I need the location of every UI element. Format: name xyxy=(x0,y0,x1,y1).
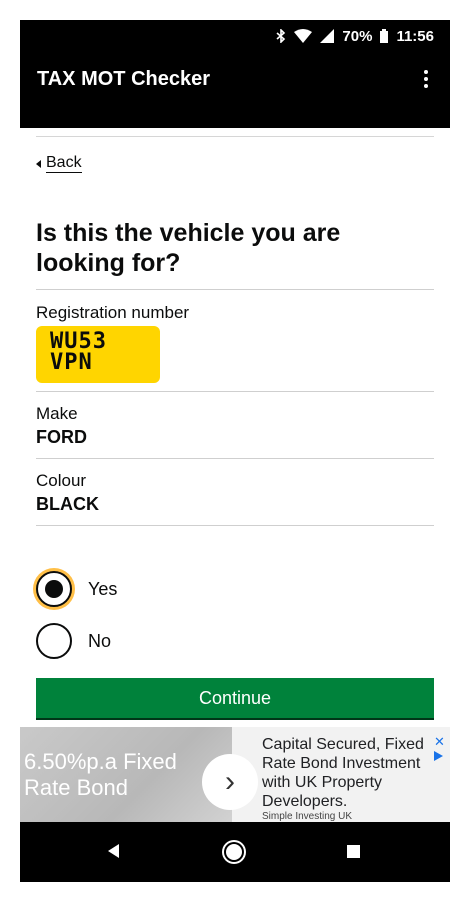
divider xyxy=(36,289,434,290)
ad-body[interactable]: Capital Secured, Fixed Rate Bond Investm… xyxy=(262,735,432,811)
radio-label-no: No xyxy=(88,630,112,651)
ad-headline-line-1: 6.50%p.a Fixed xyxy=(24,749,177,774)
nav-home-icon[interactable] xyxy=(226,844,242,860)
ad-advertiser: Simple Investing UK xyxy=(262,811,353,822)
colour-label: Colour xyxy=(36,471,87,490)
back-arrow-icon xyxy=(36,159,41,168)
plate-line-2: VPN xyxy=(50,350,93,375)
divider xyxy=(36,136,434,137)
signal-icon xyxy=(320,29,335,43)
radio-button-yes[interactable] xyxy=(36,571,72,607)
nav-back-icon[interactable] xyxy=(108,844,119,858)
back-label: Back xyxy=(46,154,82,173)
registration-plate: WU53 VPN xyxy=(36,326,160,383)
ad-choices-icon[interactable] xyxy=(434,751,443,761)
divider xyxy=(36,525,434,526)
bluetooth-icon xyxy=(276,29,286,43)
app-bar: TAX MOT Checker xyxy=(20,52,450,128)
phone-screen: 70% 11:56 TAX MOT Checker Back Is this t… xyxy=(20,20,450,882)
battery-percent: 70% xyxy=(342,27,373,45)
app-title: TAX MOT Checker xyxy=(37,67,210,90)
page-title: Is this the vehicle you are looking for? xyxy=(36,219,341,277)
clock: 11:56 xyxy=(396,27,434,45)
radio-option-yes[interactable]: Yes xyxy=(36,571,117,607)
radio-option-no[interactable]: No xyxy=(36,623,111,659)
chevron-right-icon[interactable]: › xyxy=(202,754,258,810)
nav-recents-icon[interactable] xyxy=(347,845,360,858)
system-nav-bar xyxy=(20,822,450,882)
radio-button-no[interactable] xyxy=(36,623,72,659)
registration-label: Registration number xyxy=(36,303,190,322)
divider xyxy=(36,391,434,392)
make-label: Make xyxy=(36,404,78,423)
radio-selected-dot xyxy=(45,580,63,598)
wifi-icon xyxy=(294,29,313,43)
status-bar: 70% 11:56 xyxy=(20,20,450,52)
continue-button[interactable]: Continue xyxy=(36,678,434,718)
overflow-menu-icon[interactable] xyxy=(406,59,446,99)
radio-label-yes: Yes xyxy=(88,578,118,599)
ad-banner[interactable]: 6.50%p.a Fixed Rate Bond › Capital Secur… xyxy=(20,727,450,822)
plate-line-1: WU53 xyxy=(50,329,107,354)
ad-close-icon[interactable]: ✕ xyxy=(434,734,445,750)
back-link[interactable]: Back xyxy=(36,154,82,173)
ad-image[interactable]: 6.50%p.a Fixed Rate Bond xyxy=(20,727,232,822)
battery-icon xyxy=(380,29,389,43)
divider xyxy=(36,458,434,459)
make-value: FORD xyxy=(36,427,87,447)
colour-value: BLACK xyxy=(36,494,99,514)
ad-headline-line-2: Rate Bond xyxy=(24,775,128,800)
